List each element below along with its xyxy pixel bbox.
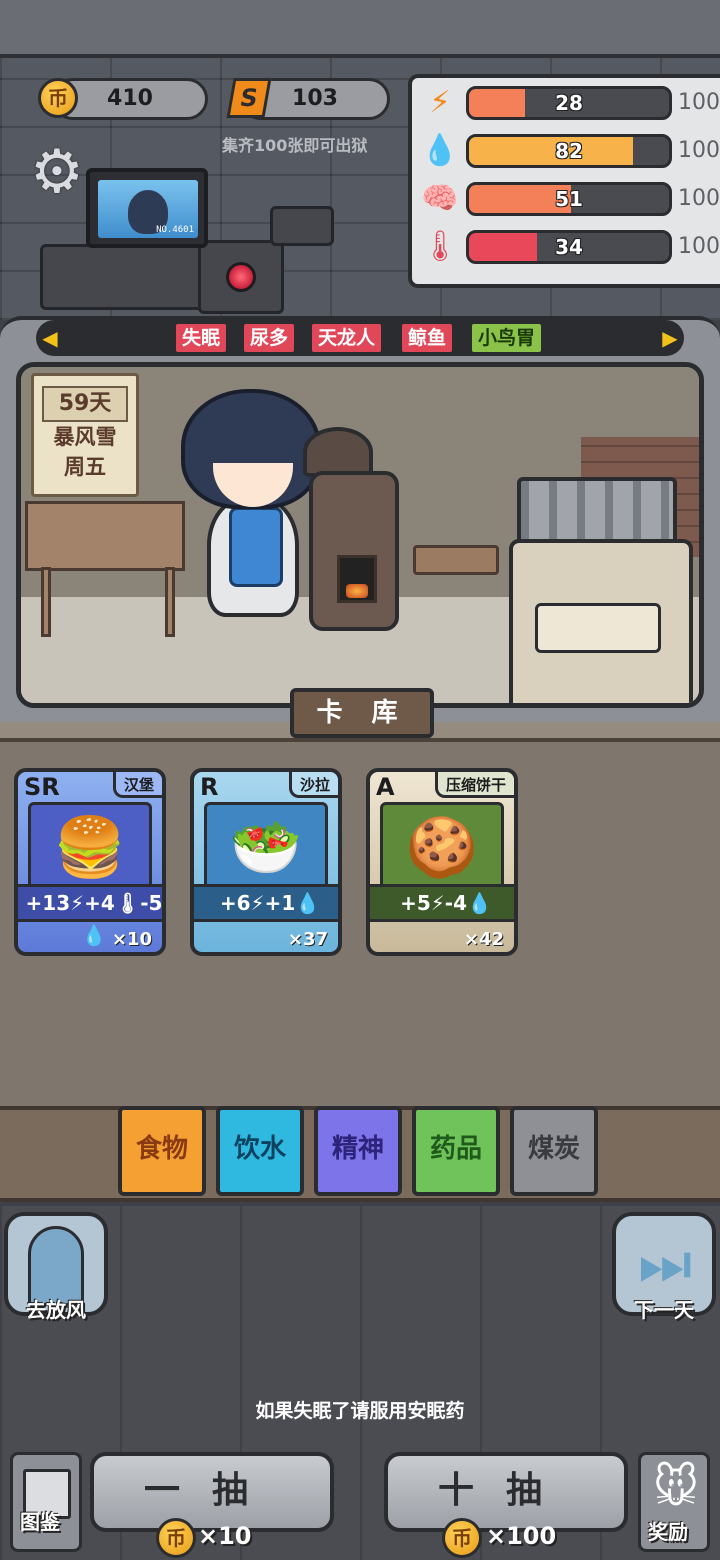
card-effect: +13⚡+4🌡-5💧	[18, 884, 162, 947]
table-leg	[41, 567, 51, 637]
trait-tag[interactable]: 尿多	[242, 322, 297, 354]
card-name: 汉堡	[112, 772, 162, 798]
lightning-icon: ⚡	[429, 85, 451, 120]
coal-stove[interactable]	[309, 471, 399, 631]
coin-icon: 币	[442, 1518, 482, 1558]
tab-mind[interactable]: 精神	[314, 1106, 402, 1196]
thermometer-icon: 🌡	[420, 229, 460, 264]
trait-tag[interactable]: 天龙人	[310, 322, 384, 354]
catalog-label: 图鉴	[20, 1510, 60, 1534]
stat-bar: 34	[466, 230, 672, 264]
card-count: ×10	[111, 929, 152, 950]
biscuit-icon: 🍪	[380, 802, 504, 892]
water-drop-icon: 💧	[421, 133, 459, 168]
scrap-icon-glyph: S	[237, 84, 261, 112]
alarm-light-icon	[226, 262, 256, 292]
stat-value: 82	[555, 139, 583, 163]
reward-label: 奖励	[648, 1520, 688, 1544]
card-hamburger[interactable]: SR 汉堡 🍔 +13⚡+4🌡-5💧 ×10	[14, 768, 166, 956]
stats-panel: ⚡ 28 100 💧 82 100 🧠 51 100 🌡 34 100	[408, 74, 720, 288]
next-icon: ⏭	[638, 1229, 692, 1299]
fire-icon	[346, 584, 368, 598]
card-library-sign: 卡 库	[290, 688, 434, 738]
card-name: 压缩饼干	[434, 772, 514, 798]
card-name: 沙拉	[288, 772, 338, 798]
trait-prev-arrow-icon[interactable]: ◀	[40, 326, 60, 350]
catalog-button[interactable]	[10, 1452, 82, 1552]
go-out-label: 去放风	[26, 1298, 86, 1322]
prisoner-head[interactable]	[181, 389, 321, 509]
stove-door	[337, 555, 377, 603]
prison-cell-scene: 59天 暴风雪 周五	[16, 362, 704, 708]
stool	[413, 545, 499, 575]
salad-icon: 🥗	[204, 802, 328, 892]
prisoner-face	[213, 463, 293, 507]
stat-water: 💧 82 100	[420, 132, 720, 170]
coin-count: 410	[107, 86, 153, 111]
hud-top-wall	[0, 0, 720, 58]
mouse-icon: 🐭	[653, 1462, 699, 1513]
tab-water[interactable]: 饮水	[216, 1106, 304, 1196]
card-salad[interactable]: R 沙拉 🥗 +6⚡+1💧 ×37	[190, 768, 342, 956]
stat-value: 28	[555, 91, 583, 115]
trait-tag[interactable]: 鲸鱼	[400, 322, 455, 354]
camera-machine	[270, 206, 334, 246]
next-day-label: 下一天	[634, 1298, 694, 1322]
trait-tag[interactable]: 小鸟胃	[470, 322, 544, 354]
scrap-count: 103	[292, 86, 338, 111]
coin-icon-glyph: 币	[48, 86, 68, 110]
coin-icon-glyph: 币	[166, 1526, 186, 1550]
card-rank: SR	[24, 773, 60, 801]
coin-icon-glyph: 币	[452, 1526, 472, 1550]
coin-icon: 币	[156, 1518, 196, 1558]
draw-one-cost: ×10	[198, 1522, 252, 1550]
stat-max: 100	[678, 234, 720, 259]
bed[interactable]	[509, 539, 693, 703]
card-rank: A	[376, 773, 395, 801]
weekday-label: 周五	[64, 455, 106, 479]
stat-bar: 28	[466, 86, 672, 120]
bed-pillow	[535, 603, 661, 653]
calendar-poster: 59天 暴风雪 周五	[31, 373, 139, 497]
stat-value: 51	[555, 187, 583, 211]
draw-ten-cost: ×100	[486, 1522, 557, 1550]
prisoner-body	[229, 507, 283, 587]
coin-icon: 币	[38, 78, 78, 118]
prisoner-number: NO.4601	[156, 225, 194, 235]
collect-hint: 集齐100张即可出狱	[222, 136, 368, 155]
stat-max: 100	[678, 90, 720, 115]
scrap-icon: S	[226, 78, 272, 118]
stat-value: 34	[555, 235, 583, 259]
bottom-hint: 如果失眠了请服用安眠药	[255, 1400, 465, 1422]
card-effect: +5⚡-4💧	[370, 884, 514, 922]
table-leg	[165, 567, 175, 637]
card-effect: +6⚡+1💧	[194, 884, 338, 922]
stat-mind: 🧠 51 100	[420, 180, 720, 218]
settings-gear-icon[interactable]: ⚙	[30, 142, 84, 202]
stat-energy: ⚡ 28 100	[420, 84, 720, 122]
stat-max: 100	[678, 186, 720, 211]
monitor: NO.4601	[86, 168, 208, 248]
trait-next-arrow-icon[interactable]: ▶	[660, 326, 680, 350]
day-count: 59天	[42, 386, 128, 422]
table	[25, 501, 185, 571]
stat-bar: 82	[466, 134, 672, 168]
card-rank: R	[200, 773, 219, 801]
stove-pipe	[303, 427, 373, 477]
tab-food[interactable]: 食物	[118, 1106, 206, 1196]
card-count: ×42	[463, 929, 504, 950]
brain-icon: 🧠	[421, 181, 459, 216]
card-compressed-biscuit[interactable]: A 压缩饼干 🍪 +5⚡-4💧 ×42	[366, 768, 518, 956]
monitor-screen: NO.4601	[98, 180, 198, 238]
tab-medicine[interactable]: 药品	[412, 1106, 500, 1196]
trait-tag[interactable]: 失眠	[174, 322, 229, 354]
stat-max: 100	[678, 138, 720, 163]
weather-label: 暴风雪	[53, 425, 117, 449]
stat-temperature: 🌡 34 100	[420, 228, 720, 266]
tab-coal[interactable]: 煤炭	[510, 1106, 598, 1196]
stat-bar: 51	[466, 182, 672, 216]
card-count: ×37	[287, 929, 328, 950]
hamburger-icon: 🍔	[28, 802, 152, 892]
